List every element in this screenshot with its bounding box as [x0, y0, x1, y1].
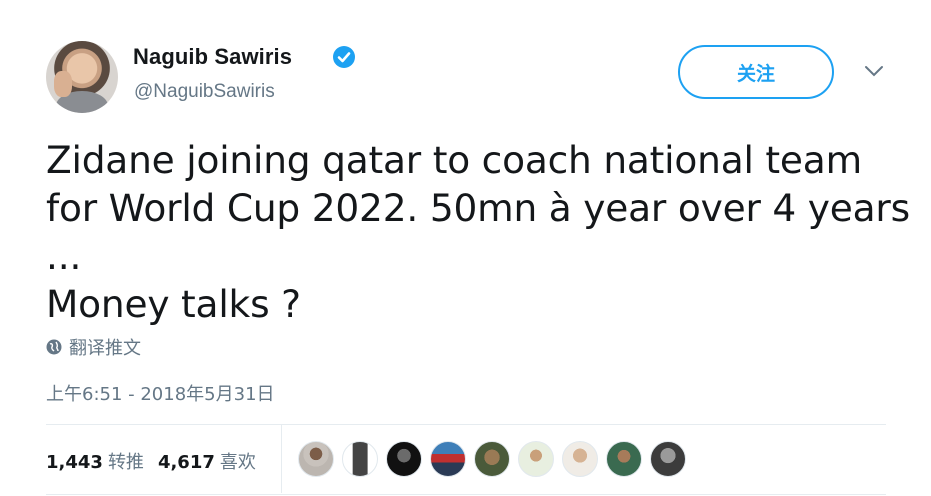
- user-handle[interactable]: @NaguibSawiris: [134, 81, 275, 103]
- tweet-stats: 1,443 转推 4,617 喜欢: [46, 448, 270, 474]
- liker-avatar[interactable]: [518, 441, 554, 477]
- liker-avatar[interactable]: [474, 441, 510, 477]
- stats-divider: [281, 425, 282, 493]
- translate-label: 翻译推文: [69, 338, 141, 359]
- likes-count[interactable]: 4,617: [158, 452, 215, 473]
- translate-tweet-link[interactable]: 翻译推文: [46, 334, 141, 360]
- display-name[interactable]: Naguib Sawiris: [133, 44, 292, 70]
- liker-avatar[interactable]: [386, 441, 422, 477]
- follow-button[interactable]: 关注: [678, 45, 834, 99]
- divider: [46, 494, 886, 495]
- liker-avatar[interactable]: [342, 441, 378, 477]
- globe-icon: [46, 339, 62, 355]
- divider: [46, 424, 886, 425]
- retweets-count[interactable]: 1,443: [46, 452, 103, 473]
- tweet-text: Zidane joining qatar to coach national t…: [46, 138, 910, 326]
- likes-label[interactable]: 喜欢: [220, 448, 256, 474]
- retweets-label[interactable]: 转推: [108, 448, 144, 474]
- liker-avatar[interactable]: [606, 441, 642, 477]
- profile-avatar[interactable]: [46, 41, 118, 113]
- chevron-down-icon[interactable]: [864, 64, 884, 78]
- verified-badge-icon: [333, 46, 355, 68]
- likers-avatars: [298, 441, 694, 477]
- liker-avatar[interactable]: [298, 441, 334, 477]
- liker-avatar[interactable]: [650, 441, 686, 477]
- liker-avatar[interactable]: [430, 441, 466, 477]
- liker-avatar[interactable]: [562, 441, 598, 477]
- tweet-timestamp[interactable]: 上午6:51 - 2018年5月31日: [46, 380, 275, 406]
